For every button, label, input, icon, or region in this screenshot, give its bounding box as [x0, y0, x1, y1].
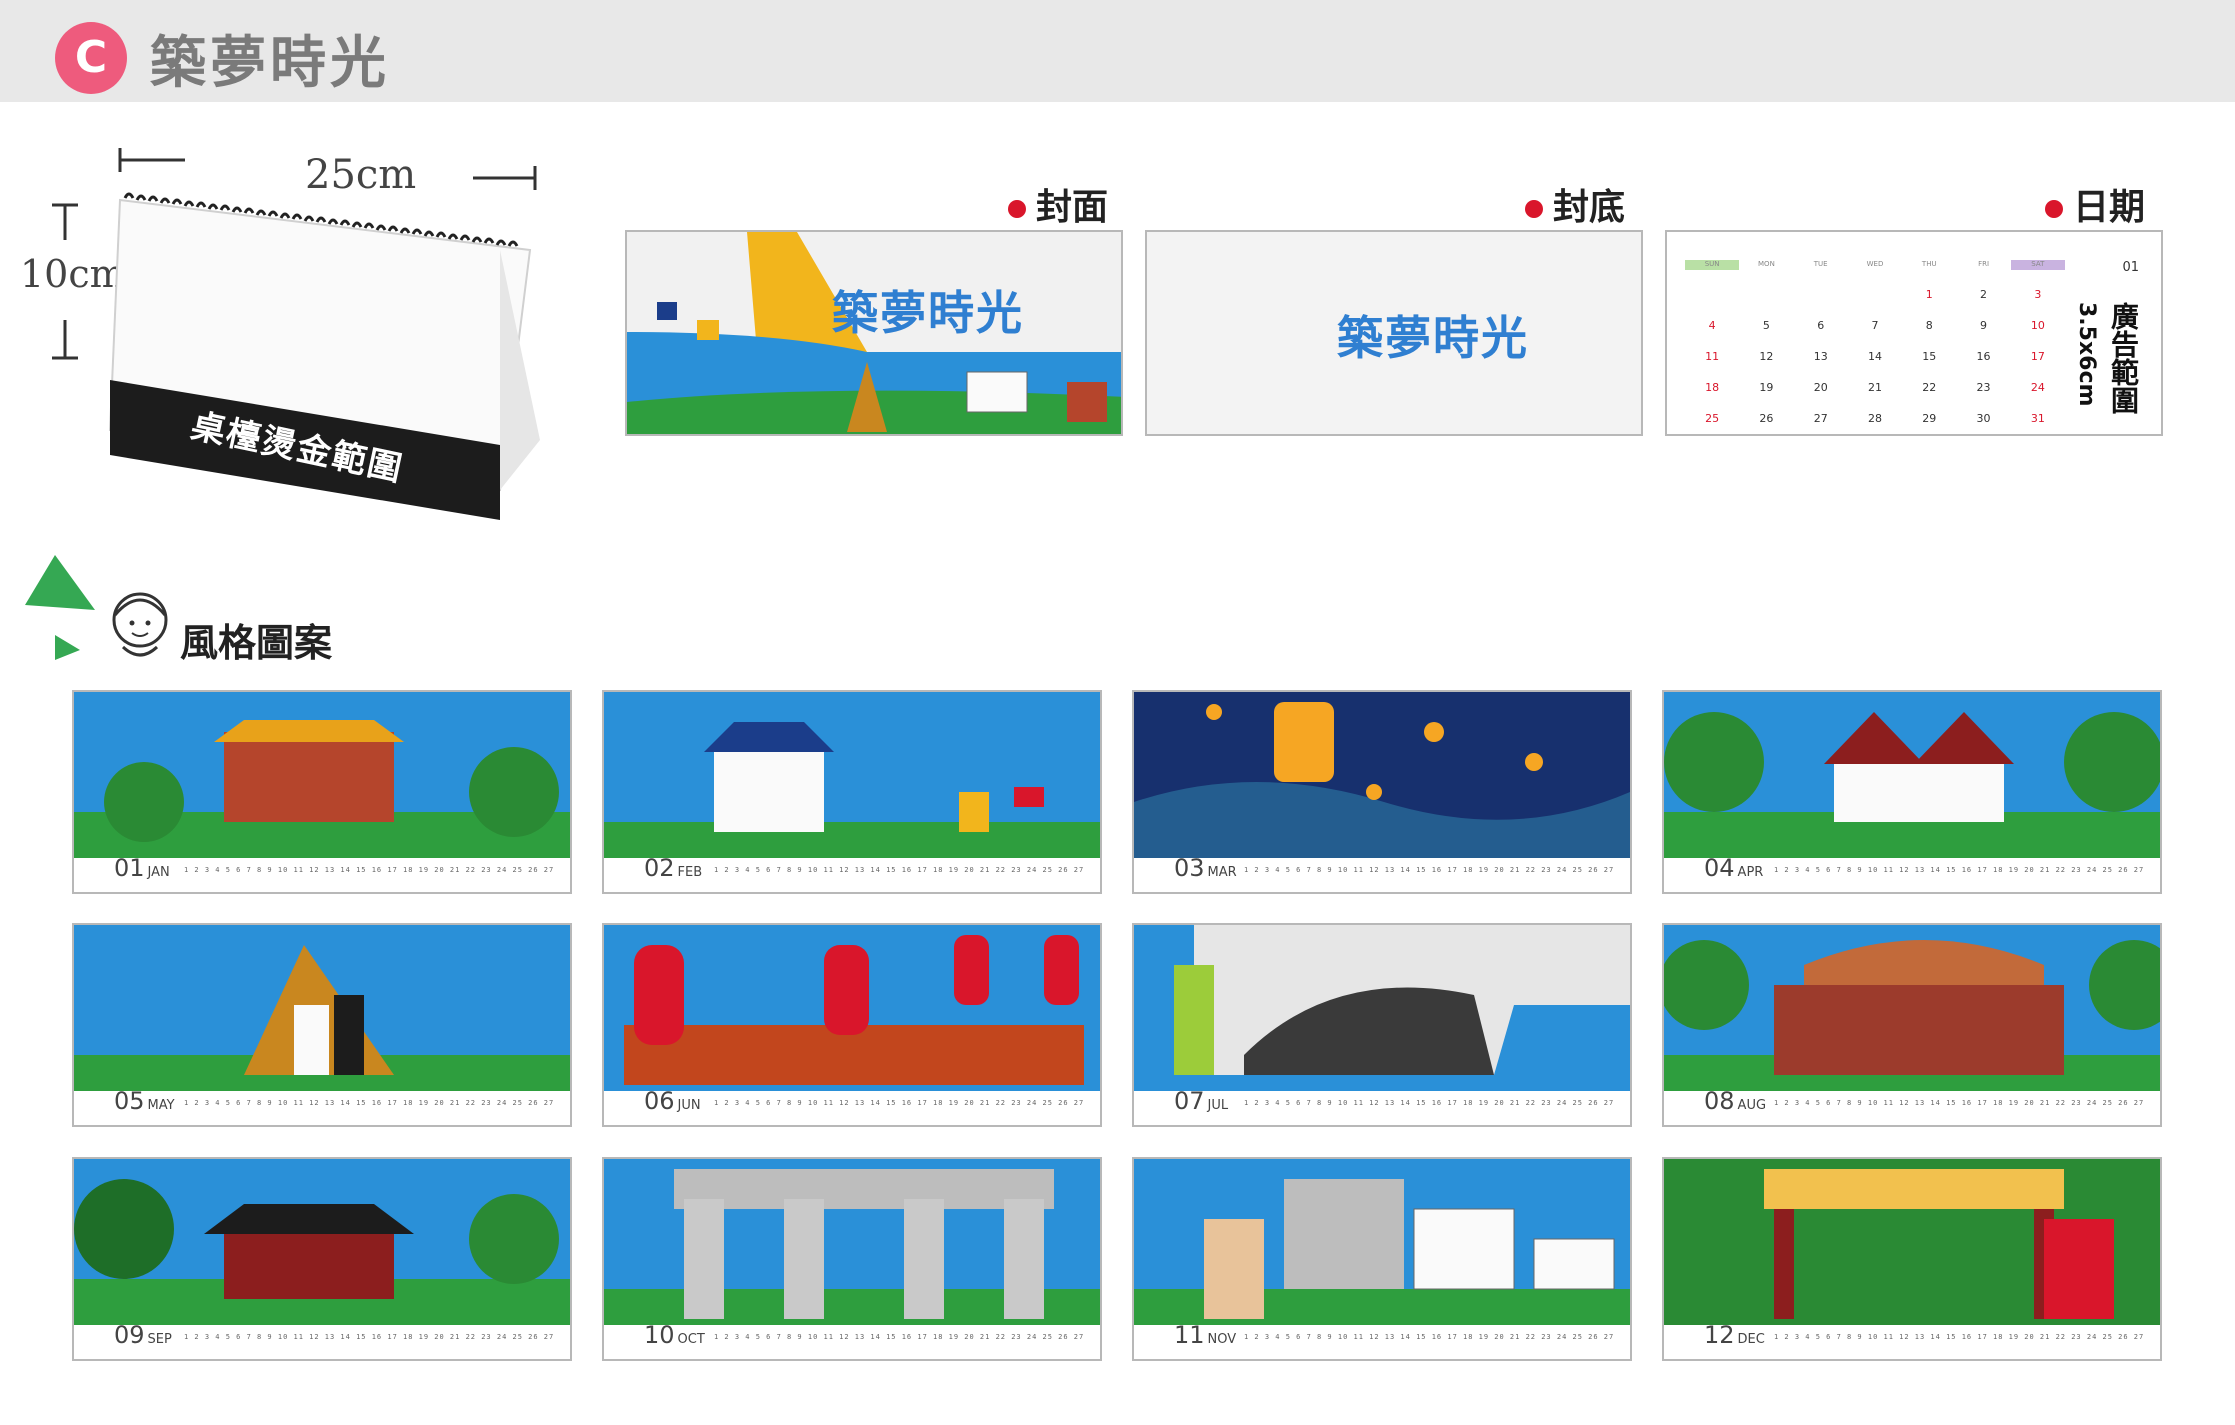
day-strip: 1 2 3 4 5 6 7 8 9 10 11 12 13 14 15 16 1…: [1244, 866, 1614, 874]
day-strip: 1 2 3 4 5 6 7 8 9 10 11 12 13 14 15 16 1…: [184, 1333, 554, 1341]
month-label: 05 MAY: [114, 1087, 175, 1115]
month-artwork: [1664, 1159, 2160, 1325]
weekday-header: THU: [1921, 260, 1937, 268]
month-label: 06 JUN: [644, 1087, 701, 1115]
month-label: 12 DEC: [1704, 1321, 1765, 1349]
month-artwork: [1134, 1159, 1630, 1325]
day-strip: 1 2 3 4 5 6 7 8 9 10 11 12 13 14 15 16 1…: [1244, 1333, 1614, 1341]
month-label: 10 OCT: [644, 1321, 705, 1349]
date-page-preview[interactable]: SUN MON TUE WED THU FRI SAT 123 4 5 6 7 8 9 10…: [1665, 230, 2163, 436]
month-label: 03 MAR: [1174, 854, 1237, 882]
red-dot-icon: [2045, 200, 2063, 218]
day-strip: 1 2 3 4 5 6 7 8 9 10 11 12 13 14 15 16 1…: [714, 1333, 1084, 1341]
date-month-id: 01: [2122, 260, 2139, 275]
month-thumbnail-apr[interactable]: 04 APR 1 2 3 4 5 6 7 8 9 10 11 12 13 14 1…: [1662, 690, 2162, 894]
month-thumbnail-jun[interactable]: 06 JUN 1 2 3 4 5 6 7 8 9 10 11 12 13 14 1…: [602, 923, 1102, 1127]
day-strip: 1 2 3 4 5 6 7 8 9 10 11 12 13 14 15 16 1…: [1244, 1099, 1614, 1107]
day-strip: 1 2 3 4 5 6 7 8 9 10 11 12 13 14 15 16 1…: [1774, 1099, 2144, 1107]
desk-calendar-illustration: [108, 192, 540, 520]
month-artwork: [1134, 925, 1630, 1091]
month-thumbnail-aug[interactable]: 08 AUG 1 2 3 4 5 6 7 8 9 10 11 12 13 14 1…: [1662, 923, 2162, 1127]
month-artwork: [604, 1159, 1100, 1325]
month-thumbnail-nov[interactable]: 11 NOV 1 2 3 4 5 6 7 8 9 10 11 12 13 14 1…: [1132, 1157, 1632, 1361]
calendar-week: 123: [1925, 288, 2042, 301]
month-artwork: [604, 692, 1100, 858]
day-strip: 1 2 3 4 5 6 7 8 9 10 11 12 13 14 15 16 1…: [184, 866, 554, 874]
month-thumbnail-jul[interactable]: 07 JUL 1 2 3 4 5 6 7 8 9 10 11 12 13 14 1…: [1132, 923, 1632, 1127]
cover-preview[interactable]: 築夢時光: [625, 230, 1123, 436]
red-dot-icon: [1008, 200, 1026, 218]
month-label: 11 NOV: [1174, 1321, 1237, 1349]
calendar-grid: SUN MON TUE WED THU FRI SAT 123 4 5 6 7 8 9 10…: [1685, 260, 2065, 425]
calendar-week: 4 5 6 7 8 9 10: [1708, 319, 2045, 332]
month-label: 09 SEP: [114, 1321, 172, 1349]
ad-range-label: 廣告範圍 3.5x6cm: [2074, 302, 2140, 414]
cover-logo: 築夢時光: [832, 286, 1024, 340]
month-artwork: [1664, 925, 2160, 1091]
day-strip: 1 2 3 4 5 6 7 8 9 10 11 12 13 14 15 16 1…: [714, 1099, 1084, 1107]
month-label: 07 JUL: [1174, 1087, 1229, 1115]
month-label: 04 APR: [1704, 854, 1764, 882]
date-page-label: 日期: [2045, 178, 2145, 230]
day-strip: 1 2 3 4 5 6 7 8 9 10 11 12 13 14 15 16 1…: [184, 1099, 554, 1107]
month-label: 08 AUG: [1704, 1087, 1767, 1115]
weekday-header: SUN: [1685, 260, 1740, 270]
month-artwork: [1134, 692, 1630, 858]
calendar-week: 18 19 20 21 22 23 24: [1705, 381, 2045, 394]
month-thumbnail-feb[interactable]: 02 FEB 1 2 3 4 5 6 7 8 9 10 11 12 13 14 1…: [602, 690, 1102, 894]
weekday-header: TUE: [1813, 260, 1828, 268]
calendar-week: 11 12 13 14 15 16 17: [1705, 350, 2045, 363]
weekday-header: FRI: [1978, 260, 1990, 268]
month-thumbnail-dec[interactable]: 12 DEC 1 2 3 4 5 6 7 8 9 10 11 12 13 14 1…: [1662, 1157, 2162, 1361]
triangle-decoration-icon: [25, 555, 95, 660]
month-artwork: [74, 692, 570, 858]
day-strip: 1 2 3 4 5 6 7 8 9 10 11 12 13 14 15 16 1…: [1774, 866, 2144, 874]
day-strip: 1 2 3 4 5 6 7 8 9 10 11 12 13 14 15 16 1…: [714, 866, 1084, 874]
girl-face-icon: [112, 592, 168, 657]
month-label: 02 FEB: [644, 854, 703, 882]
day-strip: 1 2 3 4 5 6 7 8 9 10 11 12 13 14 15 16 1…: [1774, 1333, 2144, 1341]
red-dot-icon: [1525, 200, 1543, 218]
calendar-week: 25 26 27 28 29 30 31: [1705, 412, 2045, 425]
month-artwork: [604, 925, 1100, 1091]
back-cover-logo: 築夢時光: [1337, 311, 1529, 365]
month-thumbnail-jan[interactable]: 01 JAN 1 2 3 4 5 6 7 8 9 10 11 12 13 14 1…: [72, 690, 572, 894]
month-artwork: [74, 925, 570, 1091]
weekday-header: WED: [1866, 260, 1884, 268]
back-cover-preview[interactable]: 築夢時光: [1145, 230, 1643, 436]
weekday-header: SAT: [2010, 260, 2065, 270]
cover-label: 封面: [1008, 178, 1108, 230]
month-artwork: [74, 1159, 570, 1325]
month-label: 01 JAN: [114, 854, 170, 882]
month-thumbnail-may[interactable]: 05 MAY 1 2 3 4 5 6 7 8 9 10 11 12 13 14 1…: [72, 923, 572, 1127]
style-heading: 風格圖案: [180, 621, 333, 665]
month-artwork: [1664, 692, 2160, 858]
month-thumbnail-sep[interactable]: 09 SEP 1 2 3 4 5 6 7 8 9 10 11 12 13 14 1…: [72, 1157, 572, 1361]
weekday-header: MON: [1758, 260, 1775, 268]
back-cover-label: 封底: [1525, 178, 1625, 230]
month-thumbnail-oct[interactable]: 10 OCT 1 2 3 4 5 6 7 8 9 10 11 12 13 14 1…: [602, 1157, 1102, 1361]
month-thumbnail-mar[interactable]: 03 MAR 1 2 3 4 5 6 7 8 9 10 11 12 13 14 1…: [1132, 690, 1632, 894]
